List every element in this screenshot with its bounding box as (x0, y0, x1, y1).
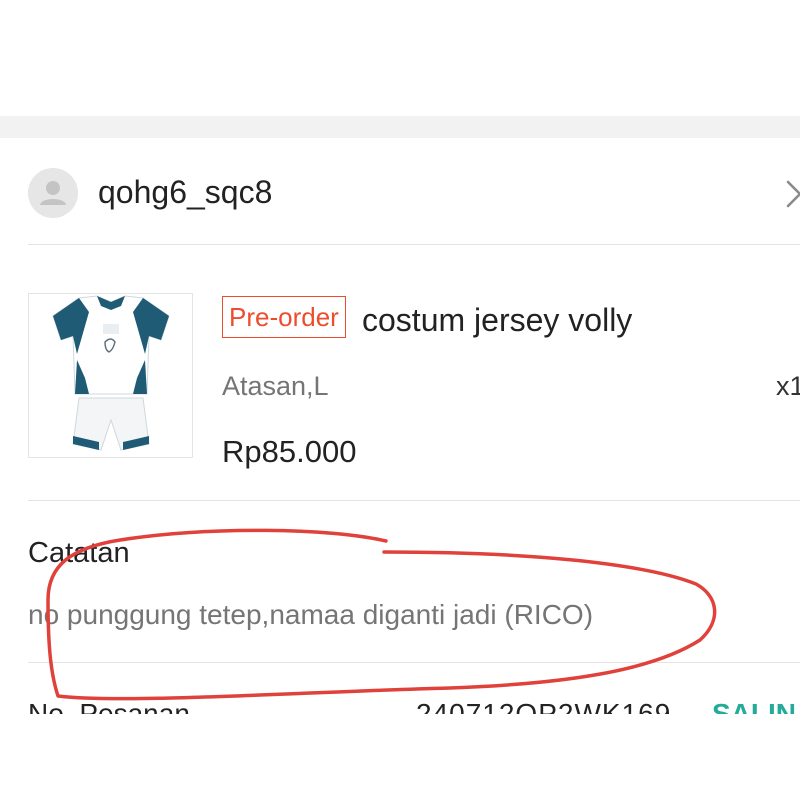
product-price: Rp85.000 (222, 434, 357, 469)
note-text: no punggung tetep,namaa diganti jadi (RI… (28, 599, 594, 630)
copy-button[interactable]: SALIN (712, 696, 796, 714)
order-number-row: No. Pesanan 240712QP2WK169 SALIN (0, 694, 800, 714)
product-quantity: x1 (776, 371, 800, 401)
note-label: Catatan (28, 537, 130, 569)
section-separator (0, 116, 800, 138)
order-number-value: 240712QP2WK169 (416, 698, 672, 714)
top-blank-area (0, 0, 800, 116)
username[interactable]: qohg6_sqc8 (98, 172, 272, 212)
jersey-image (29, 294, 192, 457)
avatar[interactable] (28, 168, 78, 218)
order-number-label: No. Pesanan (28, 698, 190, 714)
product-image[interactable] (28, 293, 193, 458)
divider (28, 662, 800, 663)
chevron-right-icon[interactable] (778, 174, 800, 214)
user-placeholder-icon (28, 168, 78, 218)
product-title[interactable]: costum jersey volly (362, 300, 632, 340)
preorder-badge: Pre-order (222, 296, 346, 338)
divider (28, 500, 800, 501)
divider (28, 244, 800, 245)
product-variant: Atasan,L (222, 371, 329, 401)
